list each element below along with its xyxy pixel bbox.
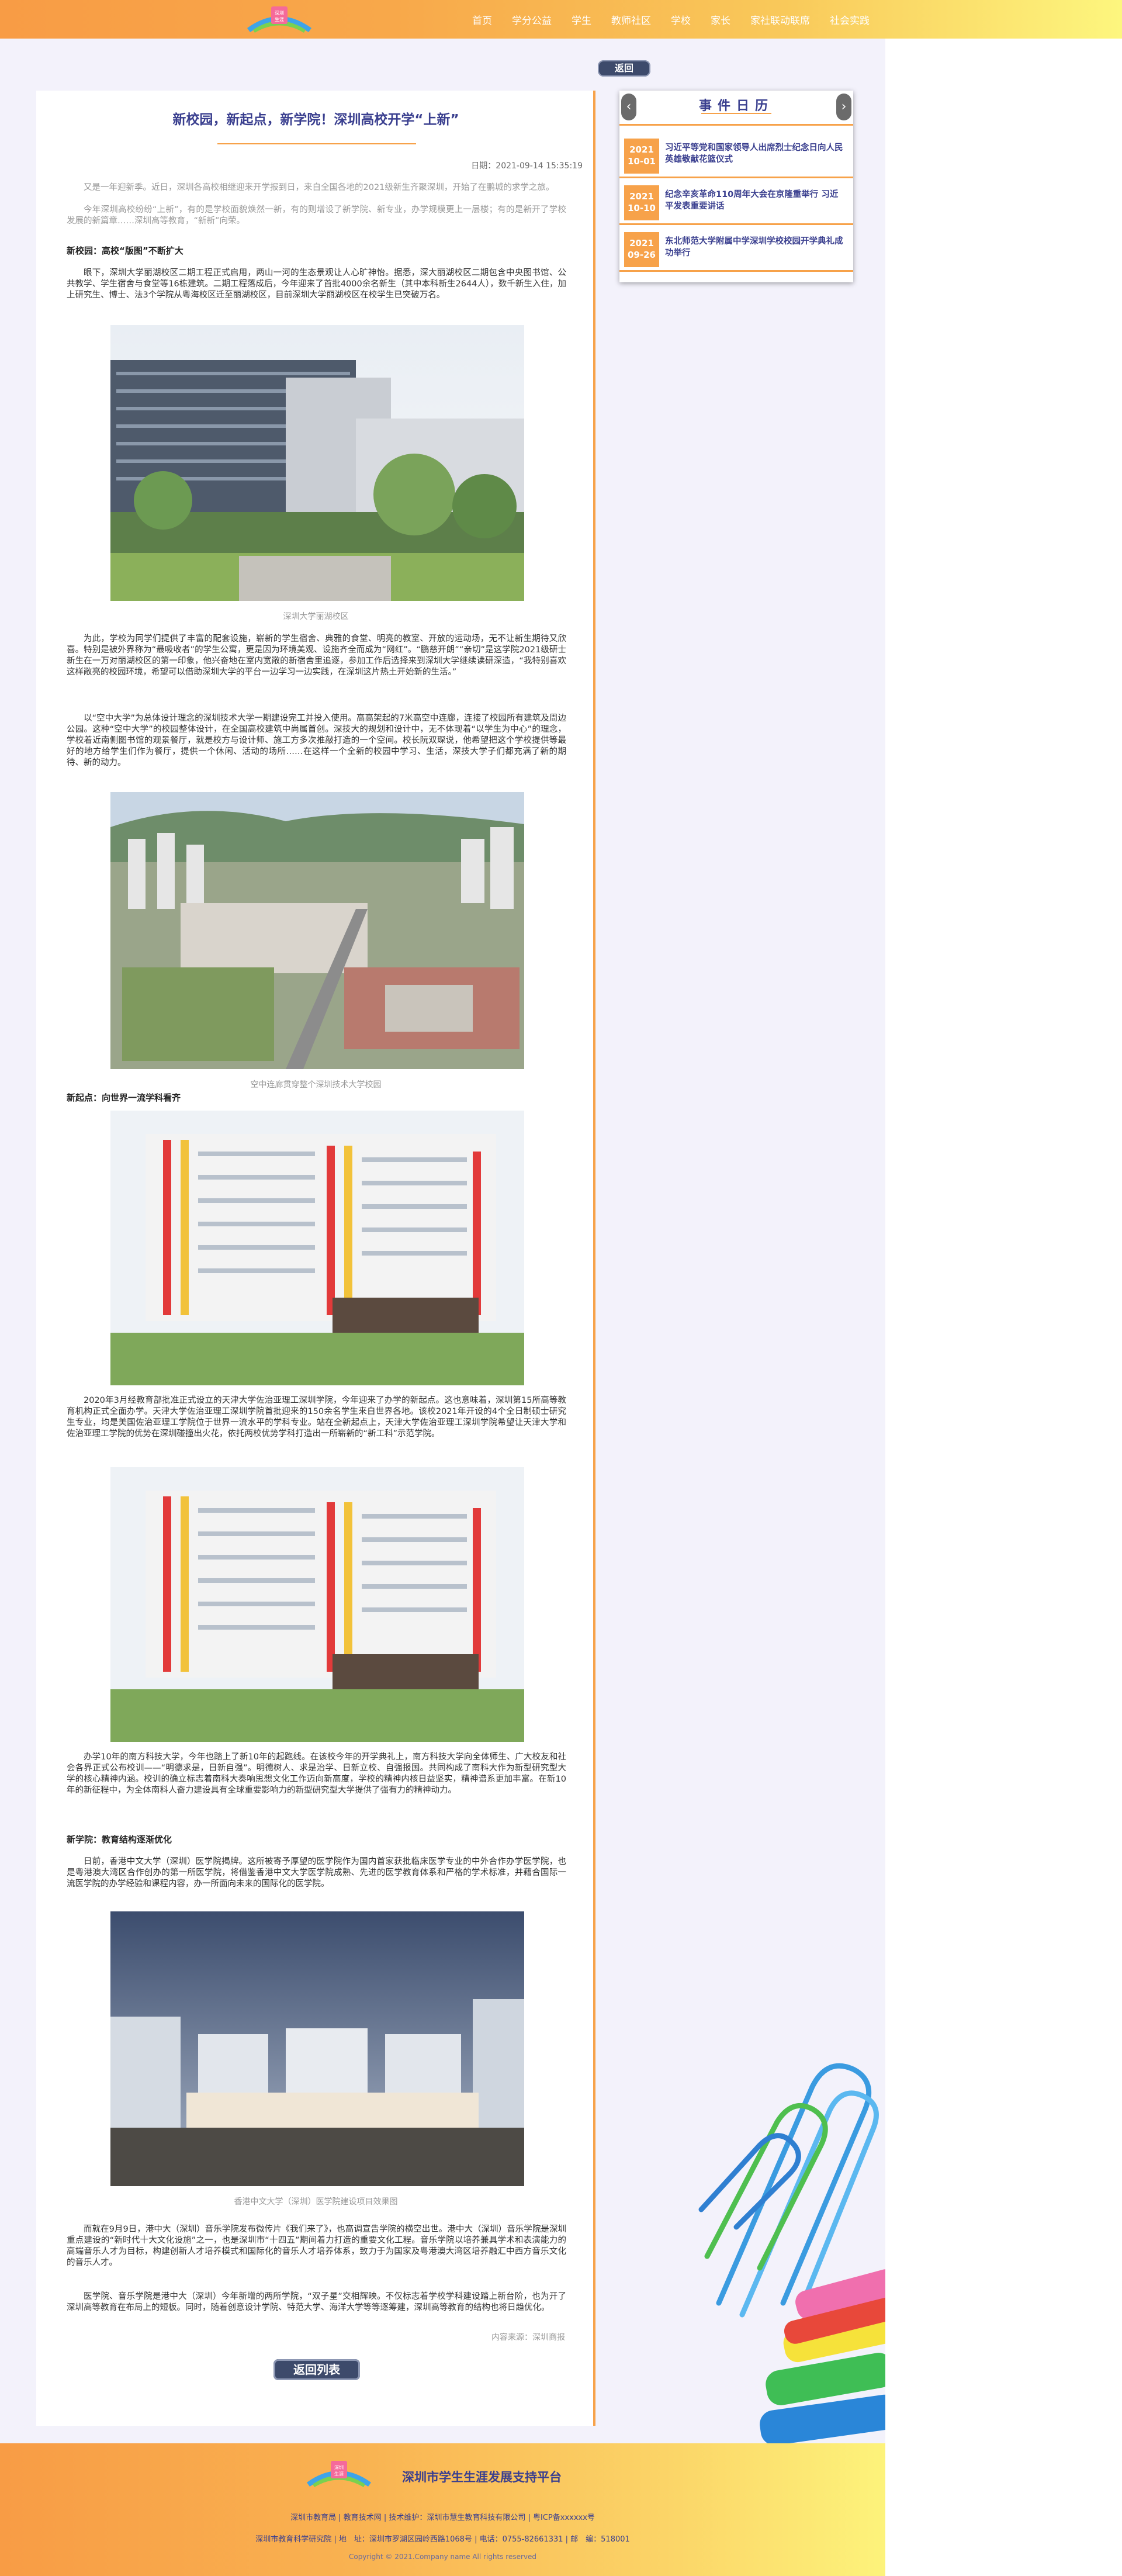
footer-platform-name: 深圳市学生生涯发展支持平台 <box>402 2470 562 2484</box>
next-arrow-icon[interactable]: › <box>836 94 851 120</box>
article-title: 新校园，新起点，新学院！深圳高校开学“上新” <box>172 112 459 127</box>
caption-cuhk-medical: 香港中文大学（深圳）医学院建设项目效果图 <box>234 2197 398 2207</box>
article-date: 日期：2021-09-14 15:35:19 <box>471 161 583 171</box>
site-logo[interactable]: 深圳 生涯 <box>238 2 320 37</box>
content-source: 内容来源：深圳商报 <box>491 2333 565 2342</box>
site-footer: 深圳 生涯 深圳市学生生涯发展支持平台 深圳市教育局 | 教育技术网 | 技术维… <box>0 2443 885 2576</box>
paragraph-sustech: 办学10年的南方科技大学，今年也踏上了新10年的起跑线。在该校今年的开学典礼上，… <box>67 1752 566 1795</box>
section-heading-college: 新学院：教育结构逐渐优化 <box>67 1834 172 1845</box>
event-item[interactable]: 2021 10-10 纪念辛亥革命110周年大会在京隆重举行 习近平发表重要讲话 <box>619 178 853 225</box>
tsinghua-georgia-photo-2 <box>110 1467 524 1742</box>
event-title-underline <box>701 113 771 114</box>
nav-teacher-community[interactable]: 教师社区 <box>611 12 651 27</box>
event-title[interactable]: 东北师范大学附属中学深圳学校校园开学典礼成功举行 <box>665 236 846 259</box>
back-button[interactable]: 返回 <box>598 60 650 77</box>
title-underline <box>217 143 416 144</box>
nav-credit-charity[interactable]: 学分公益 <box>512 12 552 27</box>
top-header: 深圳 生涯 首页 学分公益 学生 教师社区 学校 家长 家社联动联席 社会实践 <box>0 0 1122 39</box>
paragraph-tsinghua-georgia: 2020年3月经教育部批准正式设立的天津大学佐治亚理工深圳学院，今年迎来了办学的… <box>67 1396 566 1439</box>
event-title[interactable]: 习近平等党和国家领导人出席烈士纪念日向人民英雄敬献花篮仪式 <box>665 142 846 165</box>
caption-sztu: 空中连廊贯穿整个深圳技术大学校园 <box>250 1080 382 1090</box>
caption-szu: 深圳大学丽湖校区 <box>283 612 349 621</box>
event-calendar: ‹ 事件日历 › 2021 10-01 习近平等党和国家领导人出席烈士纪念日向人… <box>619 91 853 282</box>
paragraph-szu: 眼下，深圳大学丽湖校区二期工程正式启用，两山一河的生态景观让人心旷神怡。据悉，深… <box>67 268 566 300</box>
event-date-badge: 2021 10-01 <box>624 139 659 174</box>
back-to-list-button[interactable]: 返回列表 <box>273 2359 360 2380</box>
intro-paragraph-1: 又是一年迎新季。近日，深圳各高校相继迎来开学报到日，来自全国各地的2021级新生… <box>84 183 555 192</box>
article-panel: 新校园，新起点，新学院！深圳高校开学“上新” 日期：2021-09-14 15:… <box>36 91 595 2426</box>
svg-text:生涯: 生涯 <box>275 16 284 22</box>
paragraph-cuhk-music: 而就在9月9日，港中大（深圳）音乐学院发布微传片《我们来了》，也高调宣告学院的横… <box>67 2225 566 2267</box>
section-heading-campus: 新校园：高校“版图”不断扩大 <box>67 246 183 256</box>
footer-contact: 深圳市教育科学研究院 | 地 址：深圳市罗湖区园岭西路1068号 | 电话：07… <box>255 2535 630 2544</box>
svg-text:深圳: 深圳 <box>275 10 284 16</box>
svg-text:深圳: 深圳 <box>334 2464 344 2470</box>
paragraph-cuhk-medical: 日前，香港中文大学（深圳）医学院揭牌。这所被寄予厚望的医学院作为国内首家获批临床… <box>67 1857 566 1889</box>
event-calendar-header: ‹ 事件日历 › <box>619 91 853 126</box>
event-date-badge: 2021 10-10 <box>624 185 659 220</box>
event-item[interactable]: 2021 09-26 东北师范大学附属中学深圳学校校园开学典礼成功举行 <box>619 225 853 272</box>
svg-text:生涯: 生涯 <box>334 2471 344 2477</box>
paragraph-sztu: 以“空中大学”为总体设计理念的深圳技术大学一期建设完工并投入使用。高高架起的7米… <box>67 714 566 767</box>
nav-home-society[interactable]: 家社联动联席 <box>750 12 810 27</box>
event-title[interactable]: 纪念辛亥革命110周年大会在京隆重举行 习近平发表重要讲话 <box>665 189 846 212</box>
paperclips-decoration <box>698 2063 885 2443</box>
footer-links[interactable]: 深圳市教育局 | 教育技术网 | 技术维护：深圳市慧生教育科技有限公司 | 粤I… <box>0 2512 885 2524</box>
footer-copyright: Copyright © 2021.Company name All rights… <box>348 2553 537 2561</box>
nav-home[interactable]: 首页 <box>472 12 492 27</box>
main-nav: 首页 学分公益 学生 教师社区 学校 家长 家社联动联席 社会实践 <box>472 0 889 39</box>
nav-parents[interactable]: 家长 <box>711 12 730 27</box>
cuhk-medical-render <box>110 1911 524 2186</box>
event-date-badge: 2021 09-26 <box>624 232 659 267</box>
right-margin <box>885 39 1122 2576</box>
paragraph-szu-facilities: 为此，学校为同学们提供了丰富的配套设施，崭新的学生宿舍、典雅的食堂、明亮的教室、… <box>67 634 566 677</box>
nav-students[interactable]: 学生 <box>572 12 591 27</box>
section-heading-start: 新起点：向世界一流学科看齐 <box>67 1092 181 1103</box>
paragraph-cuhk-summary: 医学院、音乐学院是港中大（深圳）今年新增的两所学院，“双子星”交相辉映。不仅标志… <box>67 2292 566 2312</box>
nav-schools[interactable]: 学校 <box>671 12 691 27</box>
event-item[interactable]: 2021 10-01 习近平等党和国家领导人出席烈士纪念日向人民英雄敬献花篮仪式 <box>619 132 853 178</box>
szu-campus-photo <box>110 325 524 601</box>
intro-paragraph-2: 今年深圳高校纷纷“上新”，有的是学校面貌焕然一新，有的则增设了新学院、新专业，办… <box>67 205 566 226</box>
sztu-aerial-photo <box>110 792 524 1069</box>
tsinghua-georgia-photo-1 <box>110 1111 524 1385</box>
footer-logo: 深圳 生涯 <box>307 2461 371 2487</box>
event-calendar-title: 事件日历 <box>698 98 774 113</box>
nav-social-practice[interactable]: 社会实践 <box>830 12 870 27</box>
article-right-border <box>593 91 595 2426</box>
